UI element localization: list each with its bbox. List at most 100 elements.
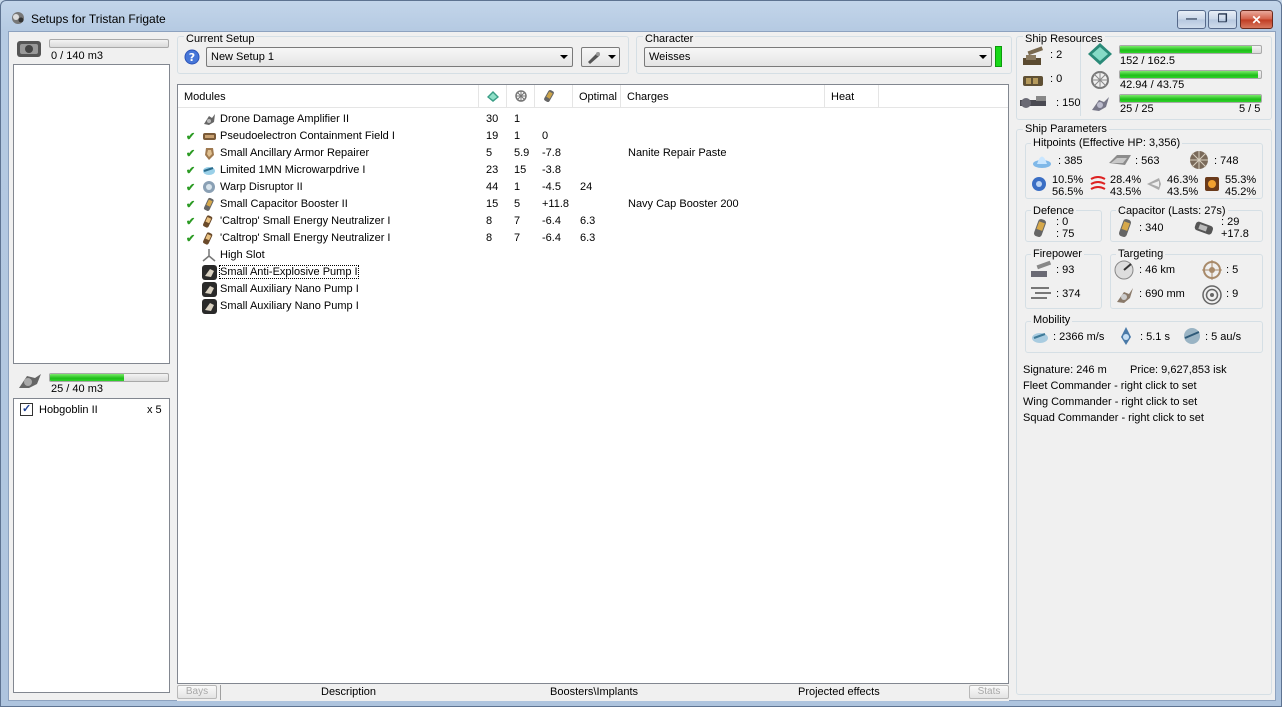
module-row[interactable]: Small Anti-Explosive Pump I bbox=[178, 264, 1008, 281]
module-name: Drone Damage Amplifier II bbox=[220, 113, 349, 125]
module-row[interactable]: ✔ Pseudoelectron Containment Field I 19 1 0 bbox=[178, 128, 1008, 145]
chevron-down-icon bbox=[608, 55, 616, 59]
module-row[interactable]: Small Auxiliary Nano Pump I bbox=[178, 298, 1008, 315]
col-modules[interactable]: Modules bbox=[178, 85, 479, 108]
turret-hardpoint-icon bbox=[1023, 46, 1044, 65]
setup-select[interactable]: New Setup 1 bbox=[206, 47, 573, 67]
tab-description[interactable]: Description bbox=[321, 686, 376, 698]
maximize-button[interactable]: ❐ bbox=[1208, 10, 1237, 29]
module-cpu: 30 bbox=[486, 113, 499, 125]
module-powergrid: 1 bbox=[514, 181, 521, 193]
col-capacitor[interactable] bbox=[535, 85, 573, 108]
module-powergrid: 5.9 bbox=[514, 147, 530, 159]
drone-bay-bar-fill bbox=[50, 374, 124, 381]
drone-bandwidth-bar bbox=[1119, 94, 1262, 103]
mobility-label: Mobility bbox=[1031, 314, 1073, 326]
module-name: Limited 1MN Microwarpdrive I bbox=[220, 164, 366, 176]
module-name: 'Caltrop' Small Energy Neutralizer I bbox=[220, 215, 391, 227]
volley-icon bbox=[1031, 287, 1051, 299]
module-row[interactable]: Small Auxiliary Nano Pump I bbox=[178, 281, 1008, 298]
defence-value-1: : 0 bbox=[1056, 216, 1069, 228]
minimize-button[interactable]: — bbox=[1177, 10, 1206, 29]
character-select-value: Weisses bbox=[649, 51, 691, 63]
tab-stats[interactable]: Stats bbox=[969, 685, 1009, 699]
close-button[interactable]: ✕ bbox=[1240, 10, 1273, 29]
col-charges[interactable]: Charges bbox=[621, 85, 825, 108]
module-row[interactable]: ✔ 'Caltrop' Small Energy Neutralizer I 8 7 -… bbox=[178, 230, 1008, 247]
powergrid-icon bbox=[1091, 71, 1109, 89]
capacitor-label: Capacitor (Lasts: 27s) bbox=[1116, 205, 1228, 217]
drone-checkbox[interactable]: ✓ bbox=[20, 403, 33, 416]
cargo-list[interactable] bbox=[13, 64, 170, 364]
defence-icon bbox=[1034, 219, 1046, 237]
drone-list[interactable]: ✓ Hobgoblin II x 5 bbox=[13, 398, 170, 693]
module-name: Small Auxiliary Nano Pump I bbox=[220, 300, 359, 312]
dps: : 93 bbox=[1056, 264, 1075, 276]
module-capacitor: 0 bbox=[542, 130, 549, 142]
module-powergrid: 7 bbox=[514, 215, 521, 227]
energy-neutralizer-icon bbox=[203, 232, 213, 245]
max-velocity-icon bbox=[1032, 333, 1048, 343]
armor-hp: : 563 bbox=[1135, 155, 1160, 167]
module-row[interactable]: ✔ 'Caltrop' Small Energy Neutralizer I 8 7 -… bbox=[178, 213, 1008, 230]
cargo-bar bbox=[49, 39, 169, 48]
help-icon[interactable]: ? bbox=[184, 49, 200, 65]
col-cpu[interactable] bbox=[479, 85, 507, 108]
capacitor-amount: : 340 bbox=[1139, 222, 1164, 234]
svg-text:?: ? bbox=[189, 51, 195, 64]
chevron-down-icon bbox=[560, 55, 568, 59]
thermal-resist-shield: 28.4% bbox=[1110, 174, 1142, 186]
check-icon: ✔ bbox=[186, 199, 196, 211]
col-optimal[interactable]: Optimal bbox=[573, 85, 621, 108]
module-cpu: 15 bbox=[486, 198, 499, 210]
modules-list[interactable]: Modules Optimal Charges Heat Drone Damag… bbox=[177, 84, 1009, 684]
minimize-icon: — bbox=[1186, 13, 1197, 25]
max-targets: : 5 bbox=[1226, 264, 1239, 276]
max-velocity: : 2366 m/s bbox=[1053, 331, 1105, 343]
tab-bays[interactable]: Bays bbox=[177, 685, 217, 699]
module-row[interactable]: High Slot bbox=[178, 247, 1008, 264]
check-icon: ✔ bbox=[186, 216, 196, 228]
squad-commander[interactable]: Squad Commander - right click to set bbox=[1023, 412, 1204, 424]
cpu-usage: 152 / 162.5 bbox=[1120, 55, 1176, 67]
cargo-bay-icon bbox=[17, 41, 41, 57]
module-row[interactable]: ✔ Small Ancillary Armor Repairer 5 5.9 -7.8 N… bbox=[178, 145, 1008, 162]
module-row[interactable]: ✔ Limited 1MN Microwarpdrive I 23 15 -3.8 bbox=[178, 162, 1008, 179]
module-row[interactable]: Drone Damage Amplifier II 30 1 bbox=[178, 111, 1008, 128]
character-label: Character bbox=[643, 33, 696, 45]
drone-qty: x 5 bbox=[147, 404, 162, 416]
module-capacitor: -3.8 bbox=[542, 164, 561, 176]
col-heat[interactable]: Heat bbox=[825, 85, 879, 108]
capacitor-icon bbox=[544, 90, 554, 102]
tab-boosters-implants[interactable]: Boosters\Implants bbox=[550, 686, 638, 698]
cpu-bar-fill bbox=[1120, 46, 1252, 53]
energy-neutralizer-icon bbox=[203, 215, 213, 228]
character-select[interactable]: Weisses bbox=[644, 47, 992, 67]
align-time: : 5.1 s bbox=[1140, 331, 1170, 343]
warp-speed: : 5 au/s bbox=[1205, 331, 1242, 343]
module-row[interactable]: ✔ Small Capacitor Booster II 15 5 +11.8 Navy … bbox=[178, 196, 1008, 213]
module-row[interactable]: ✔ Warp Disruptor II 44 1 -4.5 24 bbox=[178, 179, 1008, 196]
thermal-resist-armor: 43.5% bbox=[1110, 186, 1142, 198]
module-name: Small Ancillary Armor Repairer bbox=[220, 147, 370, 159]
cpu-bar bbox=[1119, 45, 1262, 54]
fleet-commander[interactable]: Fleet Commander - right click to set bbox=[1023, 380, 1197, 392]
module-charge: Nanite Repair Paste bbox=[628, 147, 727, 159]
setup-select-value: New Setup 1 bbox=[211, 51, 274, 63]
col-powergrid[interactable] bbox=[507, 85, 535, 108]
armor-icon bbox=[1109, 155, 1131, 165]
defence-label: Defence bbox=[1031, 205, 1076, 217]
setup-actions-button[interactable] bbox=[581, 47, 620, 67]
turret-hardpoints: : 2 bbox=[1050, 49, 1063, 61]
module-cpu: 44 bbox=[486, 181, 499, 193]
em-resist-armor: 56.5% bbox=[1052, 186, 1084, 198]
drone-damage-icon bbox=[204, 114, 215, 125]
drone-bandwidth-icon bbox=[1092, 97, 1109, 111]
shield-hp: : 385 bbox=[1058, 155, 1083, 167]
tab-projected-effects[interactable]: Projected effects bbox=[798, 686, 880, 698]
align-time-icon bbox=[1121, 327, 1131, 345]
wing-commander[interactable]: Wing Commander - right click to set bbox=[1023, 396, 1197, 408]
module-powergrid: 1 bbox=[514, 130, 521, 142]
title-bar[interactable]: Setups for Tristan Frigate — ❐ ✕ bbox=[1, 1, 1281, 31]
module-optimal: 6.3 bbox=[580, 232, 596, 244]
